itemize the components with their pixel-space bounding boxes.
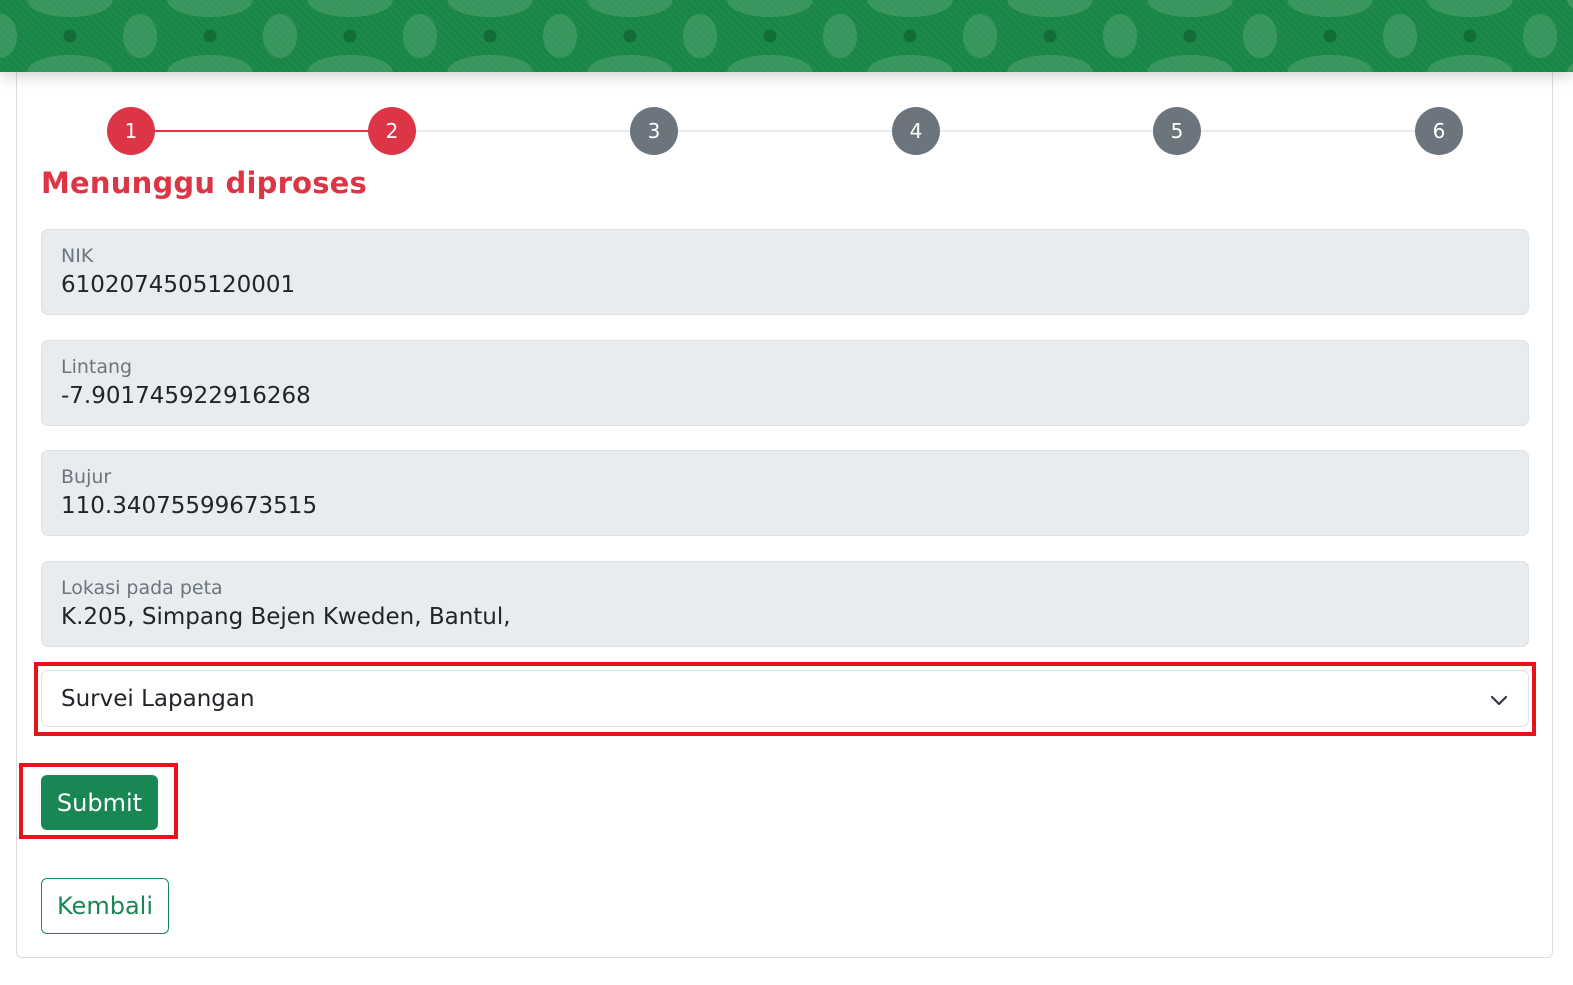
step-connector-1-2 — [130, 130, 392, 132]
step-1: 1 — [107, 107, 155, 155]
chevron-down-icon — [1490, 695, 1508, 706]
step-2: 2 — [368, 107, 416, 155]
lokasi-value: K.205, Simpang Bejen Kweden, Bantul, — [61, 604, 511, 630]
lintang-field: Lintang -7.901745922916268 — [41, 340, 1529, 426]
step-6-label: 6 — [1432, 119, 1446, 143]
nik-label: NIK — [61, 245, 94, 267]
nik-field: NIK 6102074505120001 — [41, 229, 1529, 315]
submit-button[interactable]: Submit — [41, 775, 158, 830]
step-5: 5 — [1153, 107, 1201, 155]
step-6: 6 — [1415, 107, 1463, 155]
step-4: 4 — [892, 107, 940, 155]
lintang-label: Lintang — [61, 356, 133, 378]
lokasi-field: Lokasi pada peta K.205, Simpang Bejen Kw… — [41, 561, 1529, 647]
nik-value: 6102074505120001 — [61, 272, 296, 298]
bujur-value: 110.34075599673515 — [61, 493, 318, 519]
status-select-value: Survei Lapangan — [61, 686, 255, 712]
bujur-label: Bujur — [61, 466, 112, 488]
lintang-value: -7.901745922916268 — [61, 383, 311, 409]
progress-stepper: 1 2 3 4 5 6 — [0, 0, 1573, 160]
step-2-label: 2 — [385, 119, 399, 143]
step-4-label: 4 — [909, 119, 923, 143]
bujur-field: Bujur 110.34075599673515 — [41, 450, 1529, 536]
step-1-label: 1 — [124, 119, 138, 143]
step-3-label: 3 — [647, 119, 661, 143]
status-title: Menunggu diproses — [41, 166, 367, 200]
step-3: 3 — [630, 107, 678, 155]
status-select[interactable]: Survei Lapangan — [41, 670, 1529, 727]
step-5-label: 5 — [1170, 119, 1184, 143]
back-button[interactable]: Kembali — [41, 878, 169, 934]
lokasi-label: Lokasi pada peta — [61, 577, 223, 599]
